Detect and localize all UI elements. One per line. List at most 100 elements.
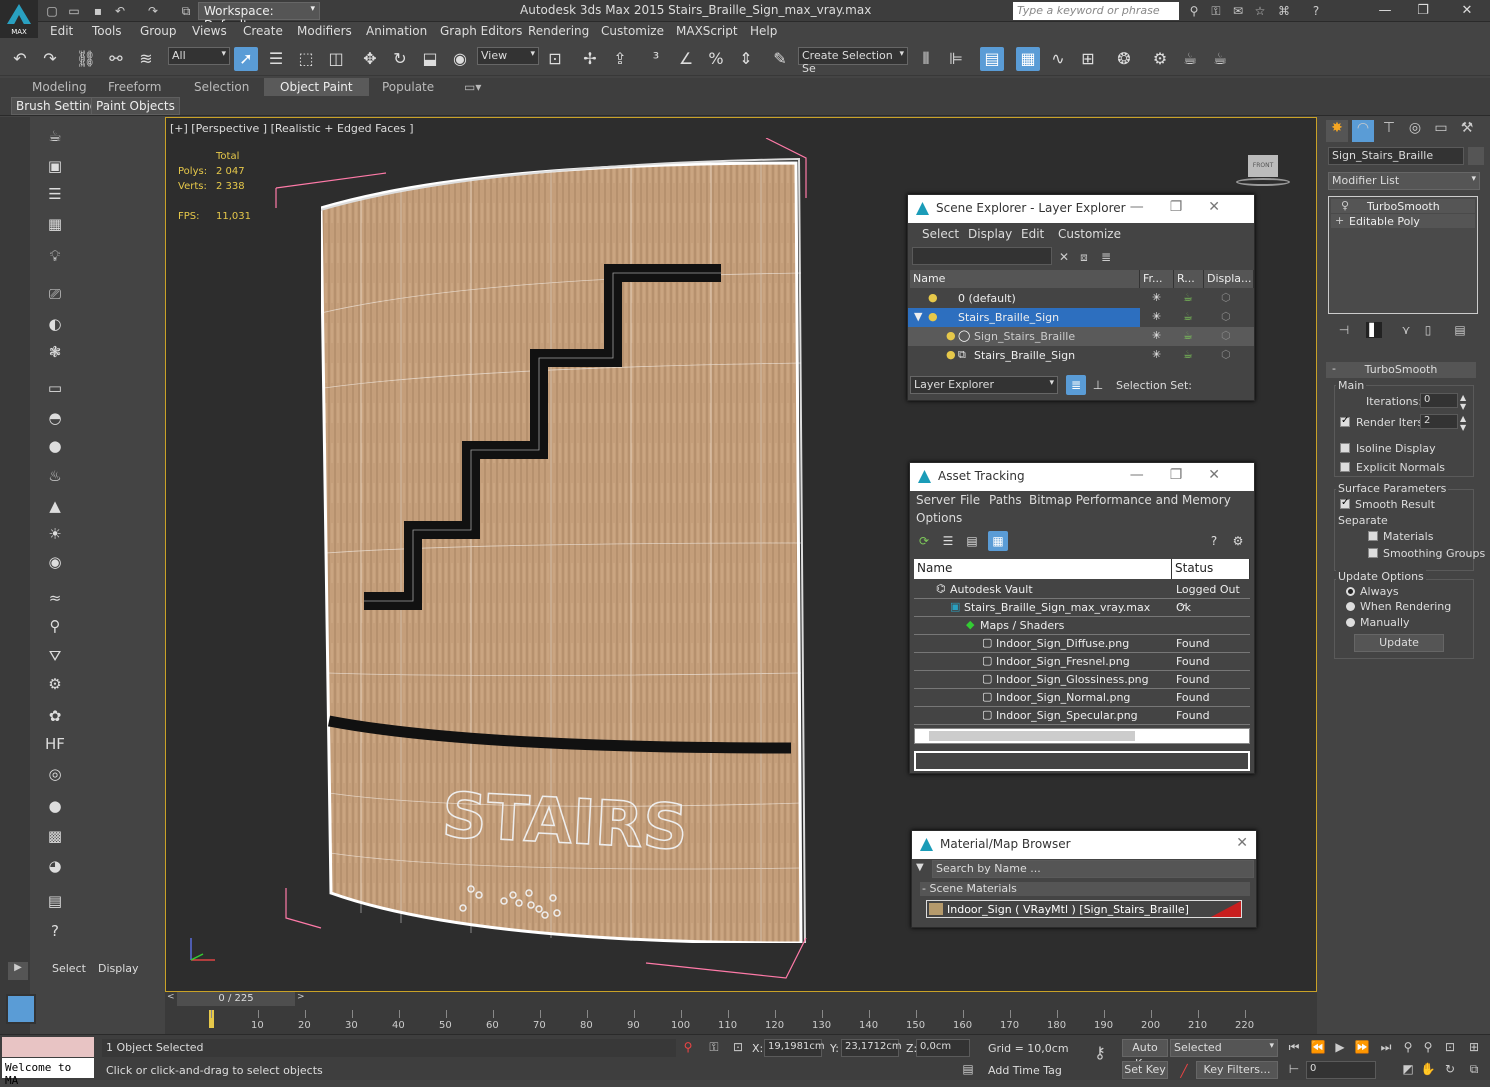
go-to-end-icon[interactable]: ⏭ (1378, 1039, 1394, 1055)
select-from-scene-icon[interactable]: ⧈ (1076, 249, 1092, 265)
time-slider-thumb[interactable]: 0 / 225 (177, 992, 295, 1006)
bind-space-warp-icon[interactable]: ≋ (134, 47, 158, 71)
at-col-status[interactable]: Status (1172, 559, 1250, 579)
se-col-display[interactable]: Displa... (1204, 270, 1254, 288)
pan-icon[interactable]: ✋ (1420, 1061, 1436, 1077)
project-folder-icon[interactable]: ⧉ (178, 3, 194, 19)
zoom-icon[interactable]: ⚲ (1400, 1039, 1416, 1055)
asset-tracking-titlebar[interactable]: Asset Tracking —❐✕ (910, 463, 1254, 491)
hierarchy-tab-icon[interactable]: ⊤ (1378, 120, 1400, 142)
always-radio[interactable] (1346, 587, 1355, 596)
display-tab[interactable]: Display (98, 962, 139, 975)
document-icon[interactable]: ▤ (42, 892, 68, 916)
object-row[interactable]: ● ⧉ Stairs_Braille_Sign ✳ ☕ ⬡ (908, 346, 1254, 365)
snaps-toggle-icon[interactable]: ³ (644, 47, 668, 71)
se-col-name[interactable]: Name (910, 270, 1140, 288)
binoculars-icon[interactable]: ⚲ (1186, 3, 1202, 19)
when-rendering-radio[interactable] (1346, 602, 1355, 611)
iterations-spinner[interactable]: 0 (1420, 393, 1458, 408)
make-unique-icon[interactable]: ⋎ (1398, 322, 1414, 338)
gear-icon[interactable]: ⚙ (42, 675, 68, 699)
rectangular-selection-icon[interactable]: ⬚ (294, 47, 318, 71)
wave-icon[interactable]: ≈ (42, 589, 68, 613)
clear-search-icon[interactable]: ✕ (1056, 249, 1072, 265)
zoom-extents-all-icon[interactable]: ⊞ (1466, 1039, 1482, 1055)
key-filters-button[interactable]: Key Filters... (1196, 1061, 1278, 1079)
layers-toggle-icon[interactable]: ≣ (1066, 375, 1086, 395)
scale-icon[interactable]: ⬓ (418, 47, 442, 71)
current-frame-field[interactable]: 0 (1306, 1061, 1376, 1079)
help-icon[interactable]: ? (1308, 3, 1324, 19)
asset-row[interactable]: ▢ Indoor_Sign_Diffuse.png Found (914, 634, 1250, 653)
table-icon[interactable]: ▦ (42, 215, 68, 239)
render-production-icon[interactable]: ☕ (1208, 47, 1232, 71)
se-col-render[interactable]: R... (1174, 270, 1204, 288)
app-logo[interactable]: MAX (0, 0, 38, 38)
render-image-icon[interactable]: ▣ (42, 157, 68, 181)
menu-animation[interactable]: Animation (366, 24, 427, 38)
close-button[interactable]: ✕ (1452, 2, 1482, 20)
se-search-input[interactable] (912, 247, 1052, 265)
redo-icon[interactable]: ↷ (145, 3, 161, 19)
time-tag-icon[interactable]: ▤ (960, 1061, 976, 1077)
rendered-frame-icon[interactable]: ☕ (1178, 47, 1202, 71)
asset-path-field[interactable] (914, 751, 1250, 771)
favorites-star-icon[interactable]: ☆ (1252, 3, 1268, 19)
unlink-icon[interactable]: ⚯ (104, 47, 128, 71)
communication-icon[interactable]: ✉ (1230, 3, 1246, 19)
modifier-list-dropdown[interactable]: Modifier List (1328, 172, 1480, 190)
se-menu-select[interactable]: Select (922, 227, 959, 241)
hierarchy-toggle-icon[interactable]: ⊥ (1088, 375, 1108, 395)
asset-row[interactable]: ▢ Indoor_Sign_Fresnel.png Found (914, 652, 1250, 671)
iterations-spinner-arrows[interactable]: ▲ ▼ (1460, 393, 1466, 411)
map-icon[interactable]: ▩ (42, 827, 68, 851)
material-browser-titlebar[interactable]: Material/Map Browser ✕ (912, 831, 1256, 859)
se-menu-edit[interactable]: Edit (1021, 227, 1044, 241)
list-view-icon[interactable]: ☰ (938, 531, 958, 551)
at-menu-paths[interactable]: Paths (989, 493, 1022, 507)
scene-explorer-titlebar[interactable]: Scene Explorer - Layer Explorer —❐✕ (908, 195, 1254, 223)
se-menu-display[interactable]: Display (968, 227, 1012, 241)
keyboard-shortcut-icon[interactable]: ⇪ (608, 47, 632, 71)
curve-editor-icon[interactable]: ∿ (1046, 47, 1070, 71)
teapot-icon[interactable]: ☕ (42, 127, 68, 151)
object-color-swatch[interactable] (1468, 147, 1484, 165)
ribbon-options-icon[interactable]: ▭▾ (448, 78, 497, 96)
asset-row[interactable]: ▣ Stairs_Braille_Sign_max_vray.max Ok (914, 598, 1250, 617)
se-menu-customize[interactable]: Customize (1058, 227, 1121, 241)
manually-radio[interactable] (1346, 618, 1355, 627)
open-file-icon[interactable]: ▭ (66, 3, 82, 19)
selection-lock-icon[interactable]: ⚿ (706, 1039, 722, 1055)
new-file-icon[interactable]: ▢ (44, 3, 60, 19)
object-name-field[interactable]: Sign_Stairs_Braille (1328, 147, 1464, 165)
isoline-display-checkbox[interactable] (1340, 443, 1350, 453)
tab-freeform[interactable]: Freeform (92, 78, 177, 96)
menu-edit[interactable]: Edit (50, 24, 73, 38)
redo-icon[interactable]: ↷ (38, 47, 62, 71)
angle-snap-icon[interactable]: ∠ (674, 47, 698, 71)
select-manipulate-icon[interactable]: ✢ (578, 47, 602, 71)
viewcube-front-face[interactable]: FRONT (1248, 155, 1278, 177)
tab-modeling[interactable]: Modeling (16, 78, 103, 96)
asset-row[interactable]: ⌬ Autodesk Vault Logged Out ... (914, 580, 1250, 609)
horizontal-scrollbar[interactable] (914, 728, 1250, 744)
maxscript-listener-top[interactable] (2, 1037, 94, 1057)
layer-row-toggles[interactable]: ✳ ☕ ⬡ (1140, 308, 1254, 327)
utilities-tab-icon[interactable]: ⚒ (1456, 120, 1478, 142)
auto-key-button[interactable]: Auto Key (1122, 1039, 1168, 1070)
zoom-all-icon[interactable]: ⚲ (1420, 1039, 1436, 1055)
asset-row[interactable]: ◆ Maps / Shaders (914, 616, 1250, 635)
menu-graph-editors[interactable]: Graph Editors (440, 24, 522, 38)
hemisphere-icon[interactable]: ◓ (42, 409, 68, 433)
select-object-icon[interactable]: ➚ (234, 47, 258, 71)
configure-modifier-sets-icon[interactable]: ▤ (1452, 322, 1468, 338)
exchange-icon[interactable]: ⌘ (1276, 3, 1292, 19)
render-iters-checkbox[interactable] (1340, 415, 1350, 427)
pin-stack-icon[interactable]: ⊣ (1336, 322, 1352, 338)
materials-checkbox[interactable] (1368, 531, 1378, 541)
menu-maxscript[interactable]: MAXScript (676, 24, 738, 38)
field-of-view-icon[interactable]: ◩ (1400, 1061, 1416, 1077)
place-icon[interactable]: ◉ (448, 47, 472, 71)
tab-selection[interactable]: Selection (178, 78, 265, 96)
material-sphere-icon[interactable]: ● (42, 797, 68, 821)
